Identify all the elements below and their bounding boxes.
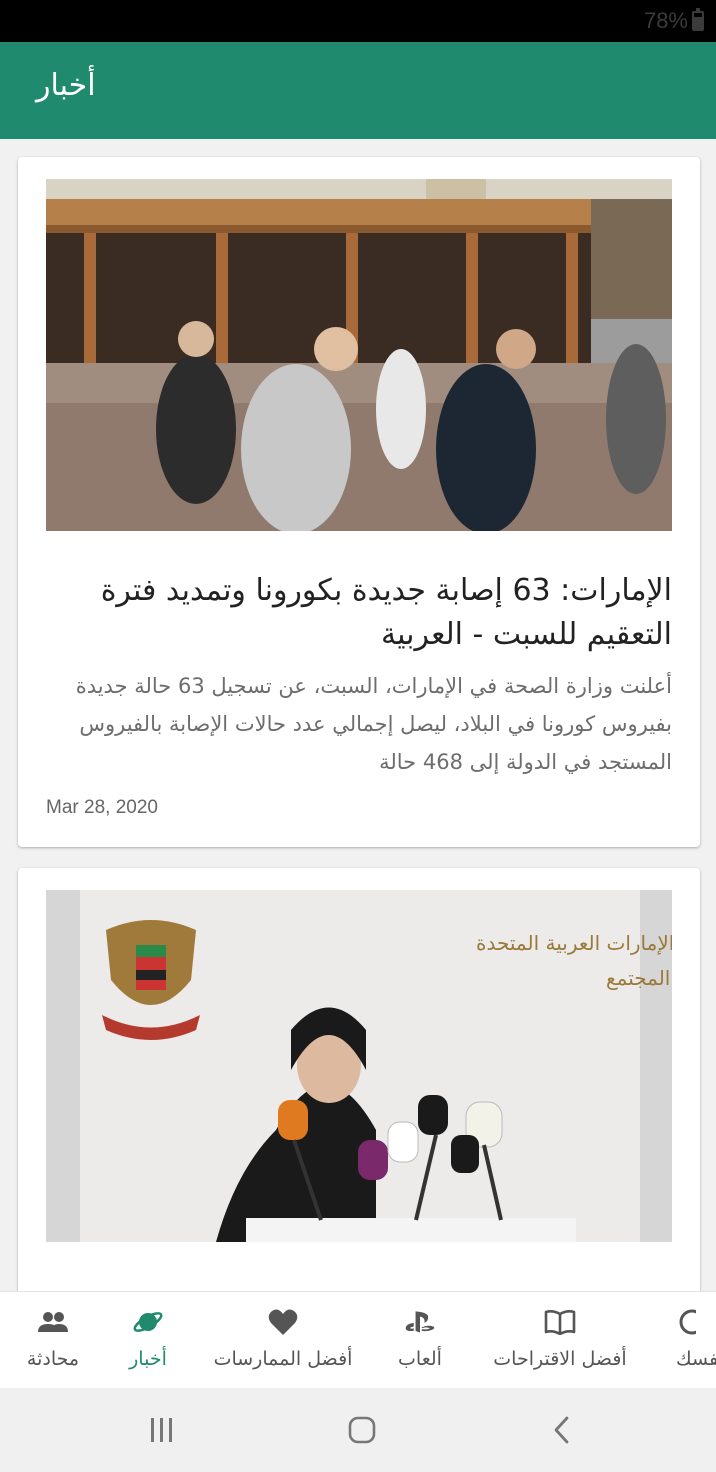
battery-indicator: 78% — [644, 8, 704, 34]
nav-item-news[interactable]: أخبار — [118, 1292, 178, 1388]
article-date: Mar 28, 2020 — [46, 797, 158, 818]
nav-label: محادثة — [26, 1348, 80, 1370]
recent-apps-button[interactable] — [142, 1410, 182, 1450]
nav-item-chat[interactable]: محادثة — [18, 1292, 88, 1388]
system-navigation-bar — [0, 1388, 716, 1472]
battery-percent: 78% — [643, 8, 688, 33]
article-snippet: أعلنت وزارة الصحة في الإمارات، السبت، عن… — [75, 674, 672, 774]
book-icon — [544, 1306, 576, 1338]
article-headline[interactable]: الإمارات: 63 إصابة جديدة بكورونا وتمديد … — [46, 569, 672, 657]
page-title: أخبار — [36, 68, 96, 103]
battery-icon — [692, 8, 704, 31]
partial-icon — [676, 1306, 708, 1338]
recent-apps-icon — [151, 1418, 172, 1442]
app-bar: أخبار — [0, 42, 716, 139]
nav-label: نفسك — [676, 1348, 716, 1370]
news-card[interactable]: الإمارات العربية المتحدة وزارة الصحة ووق… — [18, 868, 700, 1291]
bottom-navigation: محادثة أخبار أفضل الممارسات ألعاب أفضل ا… — [0, 1291, 716, 1388]
nav-label: ألعاب — [398, 1348, 442, 1370]
news-image: الإمارات العربية المتحدة وزارة الصحة ووق… — [46, 890, 672, 1242]
home-button[interactable] — [342, 1410, 382, 1450]
people-icon — [37, 1306, 69, 1338]
back-icon — [554, 1416, 569, 1444]
planet-icon — [132, 1306, 164, 1338]
nav-item-top-suggestions[interactable]: أفضل الاقتراحات — [482, 1292, 638, 1388]
nav-item-games[interactable]: ألعاب — [390, 1292, 450, 1388]
nav-label: أفضل الاقتراحات — [493, 1348, 627, 1370]
home-icon — [348, 1416, 376, 1444]
nav-item-best-practices[interactable]: أفضل الممارسات — [208, 1292, 358, 1388]
nav-label: أخبار — [129, 1348, 167, 1370]
status-bar: 78% — [0, 0, 716, 42]
nav-item-yourself[interactable]: نفسك — [676, 1292, 716, 1388]
heart-icon — [267, 1306, 299, 1338]
news-card[interactable]: الإمارات: 63 إصابة جديدة بكورونا وتمديد … — [18, 157, 700, 847]
banner-title: الإمارات العربية المتحدة — [476, 931, 672, 955]
news-image — [46, 179, 672, 531]
news-feed[interactable]: الإمارات: 63 إصابة جديدة بكورونا وتمديد … — [0, 139, 716, 1291]
banner-subtitle: وزارة الصحة ووقاية المجتمع — [606, 966, 672, 990]
nav-label: أفضل الممارسات — [213, 1348, 353, 1370]
back-button[interactable] — [542, 1410, 582, 1450]
playstation-icon — [404, 1306, 436, 1338]
